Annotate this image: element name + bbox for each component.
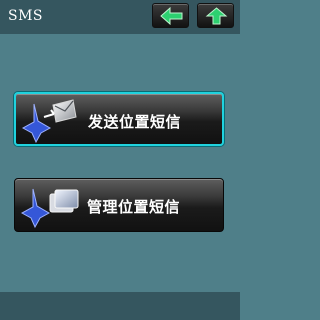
manage-location-sms-icon [20, 188, 79, 229]
title-bar: SMS [0, 0, 240, 34]
main-content: 发送位置短信 管理位置短信 [0, 34, 240, 292]
menu-item-label: 发送位置短信 [88, 114, 182, 131]
back-button[interactable] [152, 3, 189, 28]
menu-item-label: 管理位置短信 [87, 199, 181, 216]
arrow-left-icon [160, 7, 183, 25]
arrow-up-icon [205, 7, 228, 25]
page-title: SMS [8, 8, 44, 24]
manage-location-sms-button[interactable]: 管理位置短信 [14, 178, 224, 232]
send-location-sms-icon [21, 99, 77, 144]
up-button[interactable] [197, 3, 234, 28]
bottom-bar [0, 292, 240, 320]
send-location-sms-button[interactable]: 发送位置短信 [14, 92, 224, 146]
